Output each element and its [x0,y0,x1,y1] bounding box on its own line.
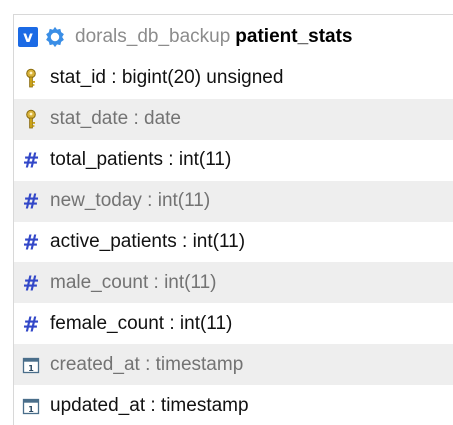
hash-icon: # [20,231,42,255]
column-row[interactable]: # total_patients : int(11) [14,139,453,181]
key-icon [20,108,42,130]
hash-icon: # [20,149,42,173]
column-label: updated_at : timestamp [50,394,249,416]
column-label: stat_id : bigint(20) unsigned [50,67,284,89]
hash-icon: # [20,312,42,336]
column-row[interactable]: # new_today : int(11) [14,180,453,222]
svg-text:#: # [23,149,40,171]
column-label: new_today : int(11) [50,190,211,212]
gear-icon[interactable] [44,26,66,48]
column-list: stat_id : bigint(20) unsigned stat_date :… [14,58,453,425]
column-label: active_patients : int(11) [50,231,246,252]
timestamp-icon: 1 [20,395,42,417]
column-label: created_at : timestamp [50,353,244,375]
svg-text:#: # [23,313,40,335]
column-row[interactable]: 1 updated_at : timestamp [14,385,453,425]
column-row[interactable]: # female_count : int(11) [14,303,453,345]
column-label: female_count : int(11) [50,312,233,334]
svg-text:1: 1 [28,363,34,372]
column-row[interactable]: 1 created_at : timestamp [14,344,453,386]
column-row[interactable]: # male_count : int(11) [14,262,453,304]
svg-text:#: # [23,190,40,212]
column-row[interactable]: stat_date : date [14,98,453,140]
timestamp-icon: 1 [20,354,42,376]
column-row[interactable]: # active_patients : int(11) [14,221,453,263]
toggle-button[interactable]: v [18,26,38,47]
svg-text:#: # [23,272,40,294]
table-header: v dorals_db_backup patient_stats [14,15,453,58]
column-label: total_patients : int(11) [50,149,232,171]
database-name: dorals_db_backup [75,25,231,47]
hash-icon: # [20,271,42,295]
hash-icon: # [20,190,42,214]
svg-text:1: 1 [28,404,34,413]
table-box: v dorals_db_backup patient_stats stat_id… [13,14,453,425]
svg-text:#: # [23,231,40,253]
column-label: stat_date : date [50,108,181,130]
column-label: male_count : int(11) [50,271,217,293]
column-row[interactable]: stat_id : bigint(20) unsigned [14,58,453,99]
table-name: patient_stats [235,25,353,47]
key-icon [20,67,42,89]
